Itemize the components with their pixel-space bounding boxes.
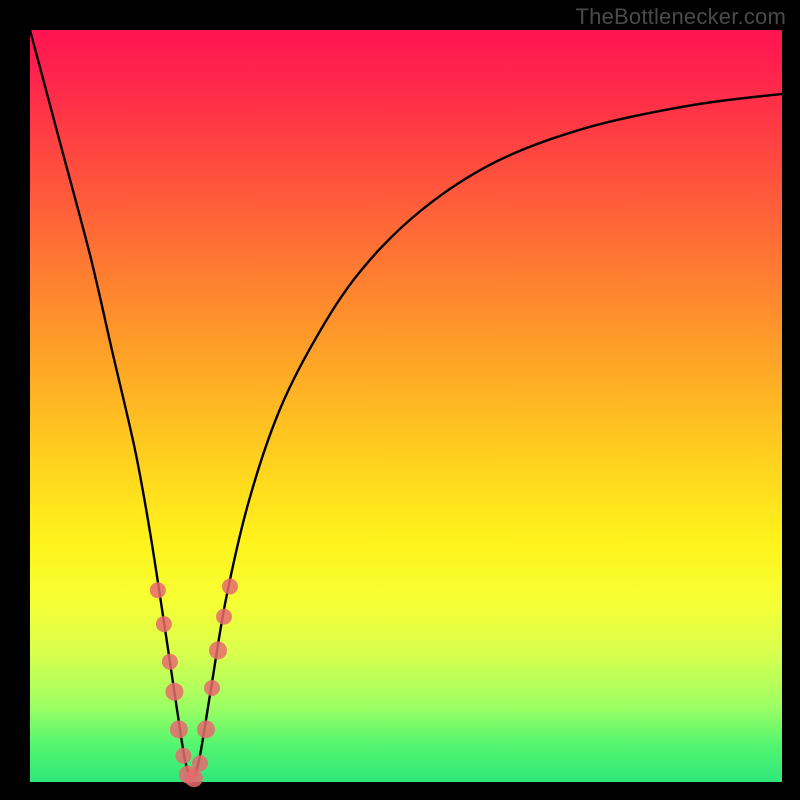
data-point (209, 641, 227, 659)
data-point (204, 680, 220, 696)
data-point (170, 720, 188, 738)
data-point (150, 582, 166, 598)
data-point (197, 720, 215, 738)
data-point (192, 755, 208, 771)
data-point (156, 616, 172, 632)
bottleneck-curve (30, 30, 782, 778)
data-point (216, 609, 232, 625)
data-point (222, 579, 238, 595)
data-point (185, 769, 203, 787)
watermark-text: TheBottlenecker.com (576, 4, 786, 30)
chart-svg (30, 30, 782, 782)
data-point (162, 654, 178, 670)
chart-frame: TheBottlenecker.com (0, 0, 800, 800)
data-point (175, 748, 191, 764)
data-point (165, 683, 183, 701)
